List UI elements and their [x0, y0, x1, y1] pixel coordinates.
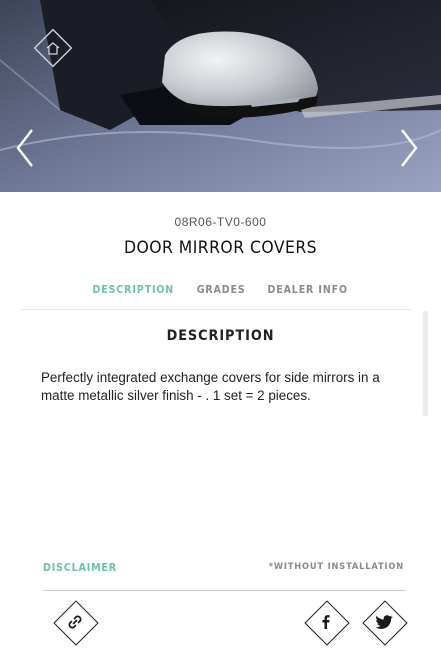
section-heading: DESCRIPTION	[166, 328, 275, 344]
next-image-button[interactable]	[394, 126, 436, 178]
home-button[interactable]	[31, 26, 75, 70]
description-text: Perfectly integrated exchange covers for…	[41, 370, 380, 403]
link-icon	[68, 615, 82, 629]
chevron-right-icon	[401, 129, 418, 167]
home-icon	[33, 28, 73, 68]
previous-image-button[interactable]	[10, 126, 52, 178]
tab-grades[interactable]: GRADES	[197, 284, 246, 296]
product-title: DOOR MIRROR COVERS	[123, 238, 318, 258]
product-hero-image	[0, 0, 441, 192]
product-tabs: DESCRIPTION GRADES DEALER INFO	[0, 284, 441, 296]
disclaimer-link[interactable]: DISCLAIMER	[43, 562, 117, 574]
twitter-icon	[375, 615, 393, 629]
facebook-icon	[322, 615, 330, 629]
tabs-divider	[21, 309, 411, 310]
tab-dealer-info[interactable]: DEALER INFO	[268, 284, 348, 296]
part-number: 08R06-TV0-600	[174, 215, 267, 229]
chevron-left-icon	[16, 129, 33, 167]
share-link-button[interactable]	[53, 600, 97, 644]
twitter-share-button[interactable]	[362, 600, 406, 644]
installation-note: *WITHOUT INSTALLATION	[268, 562, 404, 572]
tab-description[interactable]: DESCRIPTION	[93, 284, 175, 296]
footer-divider	[43, 590, 406, 591]
content-scrollbar[interactable]	[423, 311, 428, 416]
facebook-share-button[interactable]	[304, 600, 348, 644]
